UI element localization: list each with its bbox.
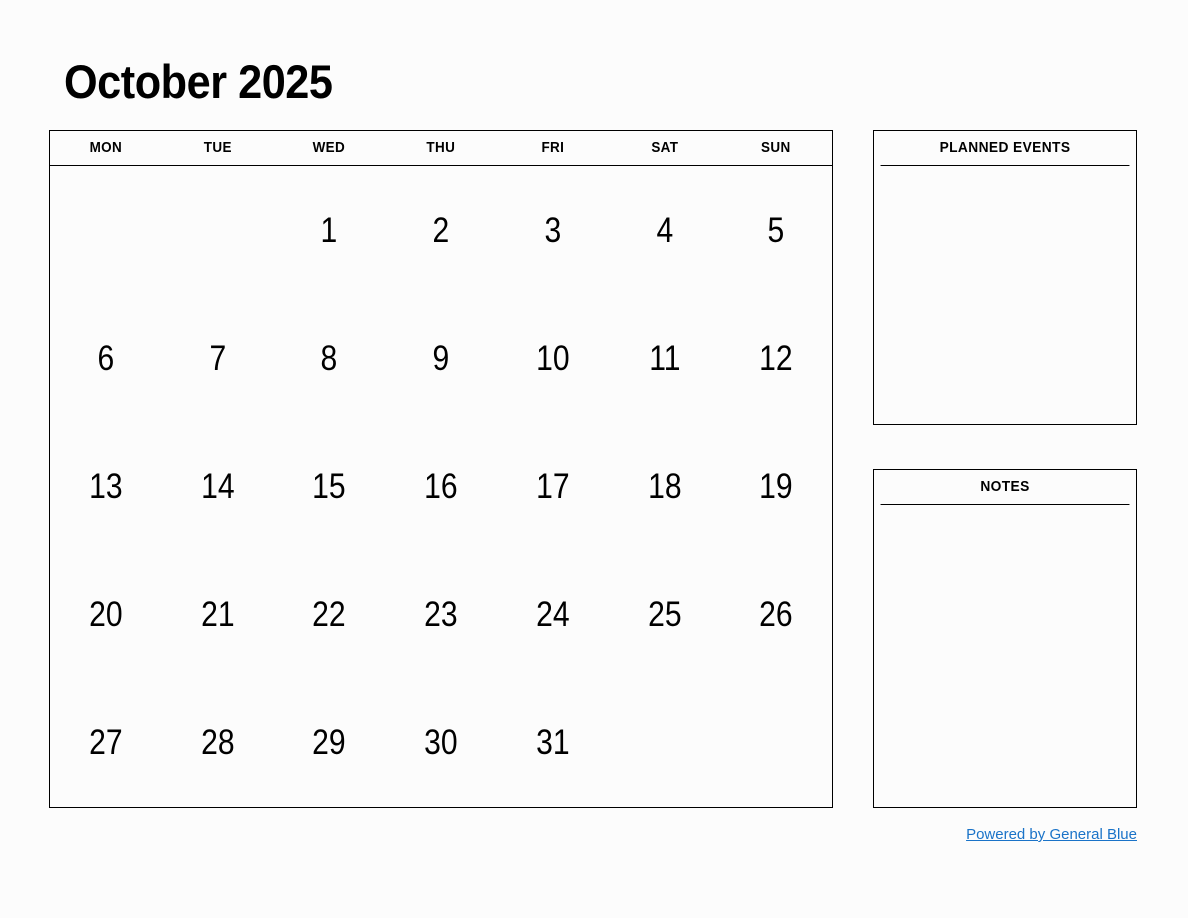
day-cell[interactable]: 7 — [170, 294, 266, 422]
weekday-header-wed: WED — [313, 140, 346, 156]
day-cell[interactable]: 26 — [728, 551, 824, 679]
day-cell[interactable]: 8 — [281, 294, 377, 422]
week-row: 6 7 8 9 10 11 12 — [50, 294, 832, 422]
page-title: October 2025 — [64, 55, 333, 108]
notes-title: NOTES — [880, 470, 1130, 505]
weekday-header-sat: SAT — [650, 140, 678, 156]
day-cell[interactable] — [728, 679, 824, 807]
calendar-grid: MON TUE WED THU FRI SAT SUN 1 2 3 4 5 6 … — [49, 130, 833, 808]
day-cell[interactable]: 23 — [393, 551, 489, 679]
planned-events-area[interactable] — [874, 166, 1136, 424]
planned-events-panel: PLANNED EVENTS — [873, 130, 1137, 425]
day-cell[interactable]: 15 — [281, 422, 377, 550]
powered-by-link[interactable]: Powered by General Blue — [873, 826, 1137, 843]
day-cell[interactable]: 18 — [616, 422, 712, 550]
day-cell[interactable]: 3 — [505, 166, 601, 294]
notes-area[interactable] — [874, 505, 1136, 807]
day-cell[interactable] — [58, 166, 154, 294]
notes-panel: NOTES — [873, 469, 1137, 808]
weekday-header-row: MON TUE WED THU FRI SAT SUN — [50, 131, 832, 166]
week-row: 13 14 15 16 17 18 19 — [50, 422, 832, 550]
day-cell[interactable]: 30 — [393, 679, 489, 807]
weekday-header-sun: SUN — [761, 140, 791, 156]
week-row: 1 2 3 4 5 — [50, 166, 832, 294]
day-cell[interactable]: 16 — [393, 422, 489, 550]
planned-events-title: PLANNED EVENTS — [880, 131, 1130, 166]
calendar-weeks: 1 2 3 4 5 6 7 8 9 10 11 12 13 14 15 16 1… — [50, 166, 832, 807]
day-cell[interactable]: 10 — [505, 294, 601, 422]
day-cell[interactable]: 12 — [728, 294, 824, 422]
day-cell[interactable] — [170, 166, 266, 294]
day-cell[interactable]: 11 — [616, 294, 712, 422]
day-cell[interactable]: 2 — [393, 166, 489, 294]
day-cell[interactable] — [616, 679, 712, 807]
week-row: 27 28 29 30 31 — [50, 679, 832, 807]
day-cell[interactable]: 5 — [728, 166, 824, 294]
day-cell[interactable]: 27 — [58, 679, 154, 807]
day-cell[interactable]: 14 — [170, 422, 266, 550]
day-cell[interactable]: 25 — [616, 551, 712, 679]
weekday-header-tue: TUE — [203, 140, 232, 156]
day-cell[interactable]: 17 — [505, 422, 601, 550]
day-cell[interactable]: 6 — [58, 294, 154, 422]
day-cell[interactable]: 19 — [728, 422, 824, 550]
calendar-page: October 2025 MON TUE WED THU FRI SAT SUN… — [0, 0, 1188, 918]
day-cell[interactable]: 4 — [616, 166, 712, 294]
weekday-header-fri: FRI — [541, 140, 565, 156]
day-cell[interactable]: 21 — [170, 551, 266, 679]
day-cell[interactable]: 20 — [58, 551, 154, 679]
weekday-header-thu: THU — [426, 140, 456, 156]
day-cell[interactable]: 13 — [58, 422, 154, 550]
day-cell[interactable]: 24 — [505, 551, 601, 679]
day-cell[interactable]: 31 — [505, 679, 601, 807]
day-cell[interactable]: 22 — [281, 551, 377, 679]
week-row: 20 21 22 23 24 25 26 — [50, 551, 832, 679]
day-cell[interactable]: 29 — [281, 679, 377, 807]
day-cell[interactable]: 1 — [281, 166, 377, 294]
weekday-header-mon: MON — [89, 140, 123, 156]
day-cell[interactable]: 28 — [170, 679, 266, 807]
day-cell[interactable]: 9 — [393, 294, 489, 422]
